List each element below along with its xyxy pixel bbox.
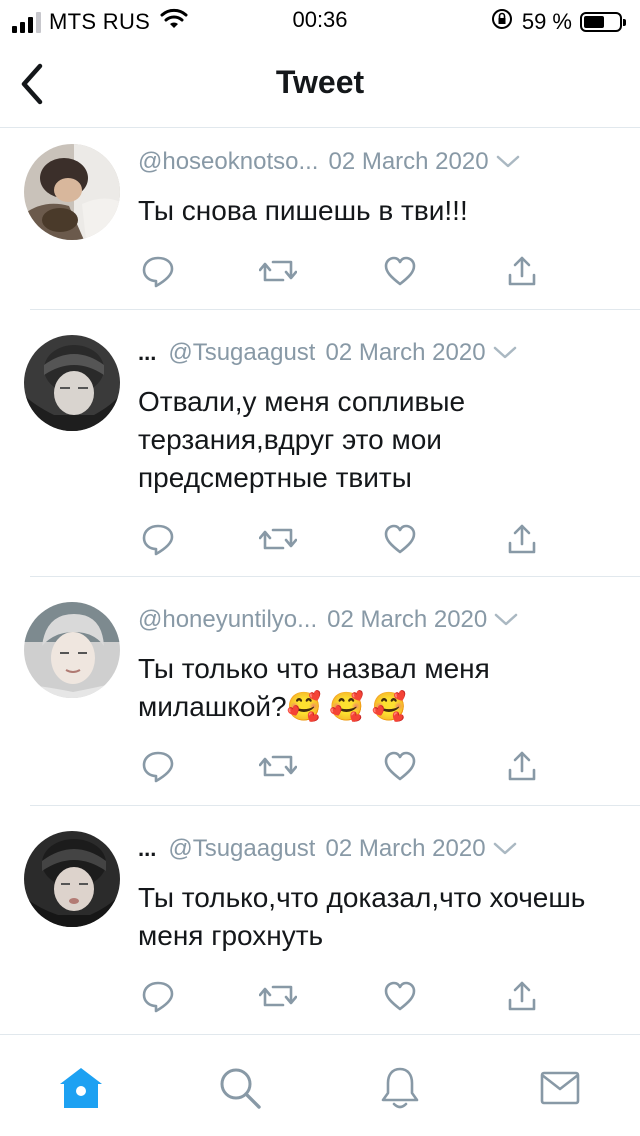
- tweet-date: 02 March 2020: [325, 835, 486, 862]
- tab-home[interactable]: [56, 1063, 106, 1113]
- tweet-author-name[interactable]: ...: [138, 836, 156, 862]
- tweet-date: 02 March 2020: [325, 339, 486, 366]
- header: Tweet: [0, 40, 640, 128]
- status-right: 59 %: [490, 7, 626, 36]
- tweet-actions: [138, 978, 558, 1014]
- tweet-meta: @honeyuntilyo... 02 March 2020: [138, 603, 610, 637]
- status-bar: MTS RUS 00:36 59 %: [0, 0, 640, 40]
- tweet-text: Ты снова пишешь в тви!!!: [138, 195, 468, 226]
- tweet[interactable]: @honeyuntilyo... 02 March 2020 Ты только…: [0, 578, 640, 806]
- mail-icon: [540, 1071, 580, 1105]
- tweet-actions: [138, 748, 558, 784]
- tweet-date: 02 March 2020: [328, 148, 489, 175]
- tab-search[interactable]: [215, 1063, 265, 1113]
- battery-percent: 59 %: [521, 8, 572, 34]
- chevron-down-icon[interactable]: [492, 345, 518, 361]
- avatar[interactable]: [24, 335, 120, 431]
- tweet[interactable]: ... @Tsugaagust 02 March 2020 Отвали,у м…: [0, 311, 640, 577]
- search-icon: [220, 1068, 261, 1109]
- tweet-author-name[interactable]: ...: [138, 340, 156, 366]
- tweet-handle[interactable]: @Tsugaagust: [168, 339, 315, 367]
- tweet-divider: [30, 309, 640, 310]
- reply-icon[interactable]: [138, 748, 178, 784]
- like-icon[interactable]: [380, 748, 420, 784]
- retweet-icon[interactable]: [258, 253, 298, 289]
- tweet[interactable]: ... @Tsugaagust 02 March 2020 Ты только,…: [0, 807, 640, 1034]
- orientation-lock-icon: [490, 7, 514, 36]
- chevron-down-icon[interactable]: [495, 154, 521, 170]
- battery-icon: [580, 11, 626, 32]
- tweet-actions: [138, 521, 558, 557]
- tweet-handle[interactable]: @honeyuntilyo...: [138, 606, 317, 634]
- retweet-icon[interactable]: [258, 978, 298, 1014]
- reply-icon[interactable]: [138, 253, 178, 289]
- share-icon[interactable]: [502, 748, 542, 784]
- tweet-meta: ... @Tsugaagust 02 March 2020: [138, 336, 610, 370]
- avatar[interactable]: [24, 602, 120, 698]
- tweet-meta: @hoseoknotso... 02 March 2020: [138, 145, 610, 179]
- retweet-icon[interactable]: [258, 748, 298, 784]
- tab-bar: [0, 1034, 640, 1136]
- share-icon[interactable]: [502, 521, 542, 557]
- reply-icon[interactable]: [138, 521, 178, 557]
- chevron-down-icon[interactable]: [493, 612, 519, 628]
- home-icon: [60, 1068, 102, 1108]
- tweet-handle[interactable]: @hoseoknotso...: [138, 148, 318, 176]
- retweet-icon[interactable]: [258, 521, 298, 557]
- tweet-text: Отвали,у меня сопливые терзания,вдруг эт…: [138, 386, 466, 493]
- tweet[interactable]: @hoseoknotso... 02 March 2020 Ты снова п…: [0, 129, 640, 310]
- tweet-divider: [30, 576, 640, 577]
- page-title: Tweet: [275, 64, 365, 100]
- avatar[interactable]: [24, 831, 120, 927]
- chevron-down-icon[interactable]: [492, 841, 518, 857]
- tweet-actions: [138, 253, 558, 289]
- tweet-meta: ... @Tsugaagust 02 March 2020: [138, 832, 610, 866]
- share-icon[interactable]: [502, 978, 542, 1014]
- avatar[interactable]: [24, 144, 120, 240]
- like-icon[interactable]: [380, 253, 420, 289]
- bell-icon: [381, 1067, 419, 1109]
- tab-notifications[interactable]: [375, 1063, 425, 1113]
- share-icon[interactable]: [502, 253, 542, 289]
- like-icon[interactable]: [380, 521, 420, 557]
- like-icon[interactable]: [380, 978, 420, 1014]
- reply-icon[interactable]: [138, 978, 178, 1014]
- tweet-date: 02 March 2020: [327, 606, 488, 633]
- tweet-text: Ты только,что доказал,что хочешь меня гр…: [138, 882, 586, 951]
- battery-fill: [584, 15, 605, 28]
- tweet-divider: [30, 805, 640, 806]
- tab-messages[interactable]: [535, 1063, 585, 1113]
- tweet-handle[interactable]: @Tsugaagust: [168, 835, 315, 863]
- tweet-text: Ты только что назвал меня милашкой?🥰 🥰 🥰: [138, 653, 490, 722]
